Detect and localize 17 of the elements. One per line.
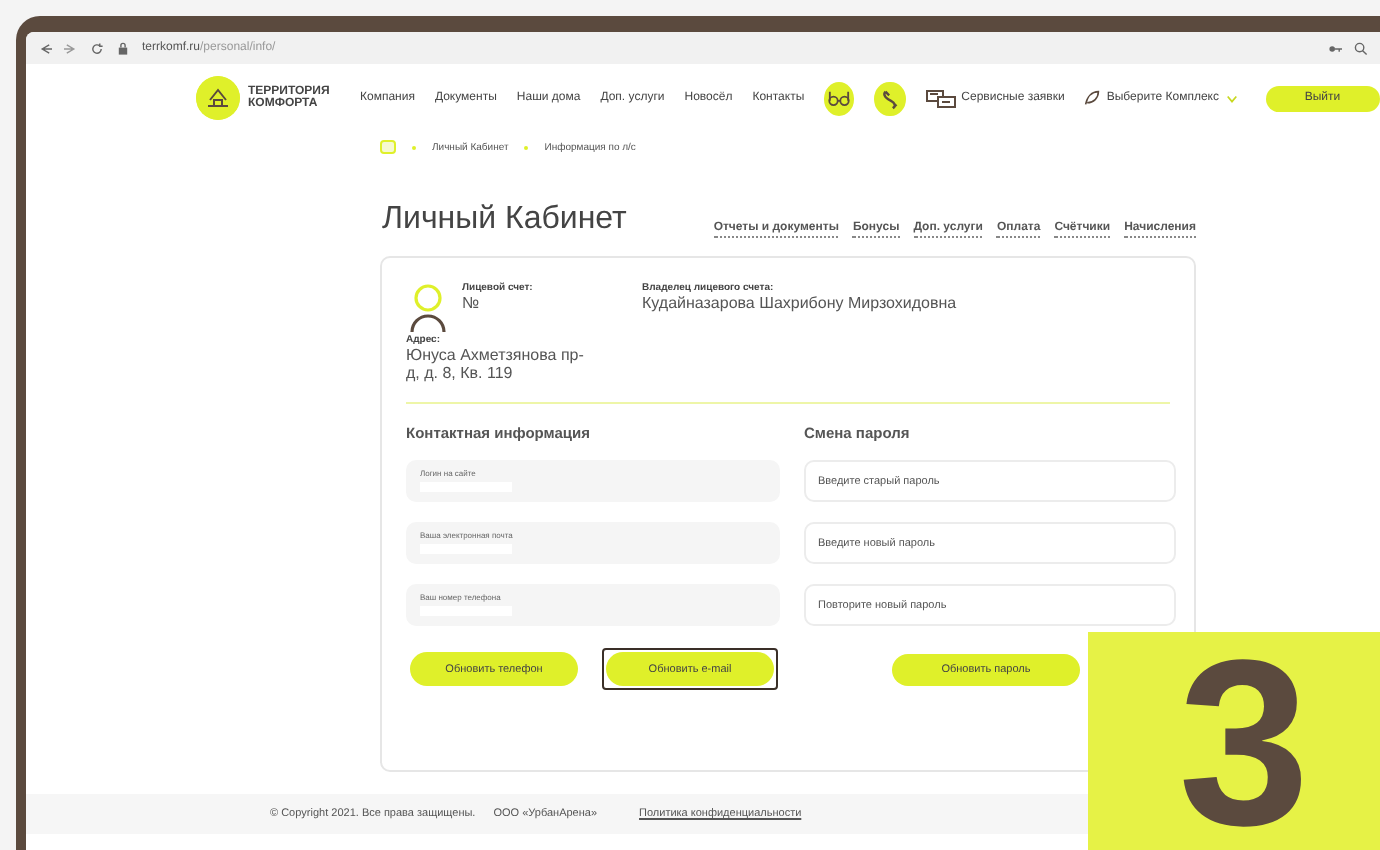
accessibility-button[interactable] bbox=[824, 81, 855, 115]
phone-button[interactable] bbox=[874, 81, 906, 115]
key-icon[interactable] bbox=[1328, 41, 1342, 55]
chat-icon[interactable] bbox=[925, 89, 956, 107]
lock-icon bbox=[116, 41, 130, 55]
step-number-badge: 3 bbox=[1088, 632, 1380, 850]
zoom-icon[interactable] bbox=[1354, 41, 1368, 55]
back-arrow-icon[interactable] bbox=[38, 41, 52, 55]
field-value: № bbox=[462, 294, 482, 312]
page-title: Личный Кабинет bbox=[382, 202, 627, 238]
field-value: Кудайназарова Шахрибону Мирзохидовна bbox=[642, 294, 959, 312]
user-avatar-icon bbox=[406, 282, 450, 334]
leaf-icon bbox=[1084, 90, 1101, 106]
logo-icon[interactable] bbox=[196, 76, 240, 120]
field-value: Юнуса Ахметзянова пр-д, д. 8, Кв. 119 bbox=[406, 346, 586, 382]
glasses-icon bbox=[828, 87, 851, 109]
reload-icon[interactable] bbox=[90, 41, 104, 55]
